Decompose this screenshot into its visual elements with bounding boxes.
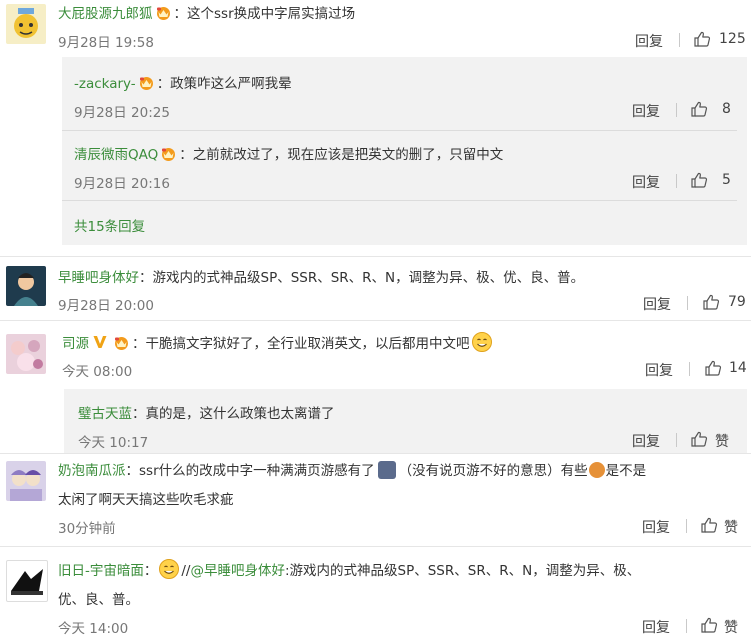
thumbs-up-icon[interactable] (700, 616, 718, 634)
reply-text-line: -zackary- ：政策咋这么严啊我晕 (74, 72, 292, 92)
like-count: 5 (722, 172, 731, 188)
thumbs-up-icon[interactable] (693, 30, 711, 48)
smile-emoji-icon (158, 558, 180, 580)
divider (62, 200, 737, 201)
view-all-replies-link[interactable]: 共15条回复 (74, 215, 145, 235)
verified-v-icon (92, 334, 108, 350)
reply-button[interactable]: 回复 (632, 431, 660, 451)
reply-text-line: 清辰微雨QAQ ：之前就改过了，现在应该是把英文的删了，只留中文 (74, 143, 503, 163)
like-count: 14 (729, 360, 747, 376)
sticker-emoji-icon (377, 461, 396, 479)
comment-text-line: 奶泡南瓜派：ssr什么的改成中字一种满满页游感有了 （没有说页游不好的意思）有些 是… (58, 459, 646, 479)
comment-text: ：这个ssr换成中字屌实搞过场 (173, 6, 356, 22)
thumbs-up-icon[interactable] (690, 100, 708, 118)
comment-text: :游戏内的式神品级SP、SSR、SR、R、N，调整为异、极、 (284, 563, 641, 579)
divider (0, 320, 751, 321)
divider (676, 103, 677, 117)
thumbs-up-icon[interactable] (690, 171, 708, 189)
divider (676, 433, 677, 447)
comment-time: 9月28日 20:00 (58, 298, 154, 314)
comment-time: 30分钟前 (58, 521, 116, 537)
thumbs-up-icon[interactable] (702, 293, 720, 311)
grin-emoji-icon (471, 331, 493, 353)
reply-button[interactable]: 回复 (635, 31, 663, 51)
comment-text-line: 司源 ：干脆搞文字狱好了，全行业取消英文，以后都用中文吧 (62, 331, 494, 353)
member-badge-icon (155, 5, 172, 21)
like-count: 8 (722, 101, 731, 117)
comment-time: 9月28日 19:58 (58, 35, 154, 51)
member-badge-icon (113, 335, 130, 351)
reply-text: ：政策咋这么严啊我晕 (156, 76, 292, 92)
reply-time: 9月28日 20:16 (74, 176, 170, 192)
reply-time: 今天 10:17 (78, 435, 149, 451)
comment-text: ：游戏内的式神品级SP、SSR、SR、R、N，调整为异、极、优、良、普。 (139, 270, 585, 286)
comment-text: 是不是 (605, 463, 647, 479)
reply-text-line: 璧古天蓝：真的是，这什么政策也太离谱了 (78, 402, 335, 422)
commenter-name[interactable]: 奶泡南瓜派 (58, 463, 126, 479)
divider (689, 362, 690, 376)
reply-time: 9月28日 20:25 (74, 105, 170, 121)
comment-text-line: 太闲了啊天天搞这些吹毛求疵 (58, 492, 234, 508)
divider (0, 546, 751, 547)
divider (62, 130, 737, 131)
avatar[interactable] (6, 4, 46, 44)
avatar[interactable] (6, 461, 46, 501)
like-count: 79 (728, 294, 746, 310)
commenter-name[interactable]: 大屁股源九郎狐 (58, 6, 153, 22)
reply-button[interactable]: 回复 (642, 617, 670, 637)
reply-button[interactable]: 回复 (642, 517, 670, 537)
replier-name[interactable]: 清辰微雨QAQ (74, 147, 158, 163)
divider (0, 453, 751, 454)
reply-text: ：之前就改过了，现在应该是把英文的删了，只留中文 (179, 147, 504, 163)
like-label: 赞 (724, 620, 738, 636)
like-count: 125 (719, 31, 746, 47)
comment-text-line: 早睡吧身体好：游戏内的式神品级SP、SSR、SR、R、N，调整为异、极、优、良、… (58, 266, 584, 286)
thumbs-up-icon[interactable] (690, 430, 708, 448)
comment-text-line: 大屁股源九郎狐 ：这个ssr换成中字屌实搞过场 (58, 2, 355, 22)
reply-button[interactable]: 回复 (632, 172, 660, 192)
comment-text: ：干脆搞文字狱好了，全行业取消英文，以后都用中文吧 (132, 336, 470, 352)
comment-text-line: 优、良、普。 (58, 592, 139, 608)
commenter-name[interactable]: 司源 (62, 336, 89, 352)
member-badge-icon (160, 146, 177, 162)
thumbs-up-icon[interactable] (704, 359, 722, 377)
reply-text: ：真的是，这什么政策也太离谱了 (132, 406, 335, 422)
comment-text-line: 旧日-宇宙暗面：//@早睡吧身体好:游戏内的式神品级SP、SSR、SR、R、N，… (58, 558, 640, 580)
comment-text: （没有说页游不好的意思）有些 (398, 463, 588, 479)
commenter-name[interactable]: 早睡吧身体好 (58, 270, 139, 286)
divider (686, 619, 687, 633)
like-label: 赞 (724, 520, 738, 536)
replier-name[interactable]: -zackary- (74, 76, 136, 92)
comment-text: ： (143, 563, 158, 579)
comment-time: 今天 08:00 (62, 364, 133, 380)
divider (679, 33, 680, 47)
like-label: 赞 (715, 434, 729, 450)
replier-name[interactable]: 璧古天蓝 (78, 406, 132, 422)
divider (687, 296, 688, 310)
mention-link[interactable]: @早睡吧身体好 (190, 563, 285, 579)
comment-text: ：ssr什么的改成中字一种满满页游感有了 (125, 463, 375, 479)
divider (686, 519, 687, 533)
avatar[interactable] (6, 560, 48, 602)
divider (676, 174, 677, 188)
reply-button[interactable]: 回复 (643, 294, 671, 314)
comment-time: 今天 14:00 (58, 621, 129, 637)
thumbs-up-icon[interactable] (700, 516, 718, 534)
commenter-name[interactable]: 旧日-宇宙暗面 (58, 563, 144, 579)
orange-emoji-icon (588, 462, 605, 478)
reply-button[interactable]: 回复 (645, 360, 673, 380)
member-badge-icon (138, 75, 155, 91)
divider (0, 256, 751, 257)
avatar[interactable] (6, 334, 46, 374)
reply-button[interactable]: 回复 (632, 101, 660, 121)
avatar[interactable] (6, 266, 46, 306)
